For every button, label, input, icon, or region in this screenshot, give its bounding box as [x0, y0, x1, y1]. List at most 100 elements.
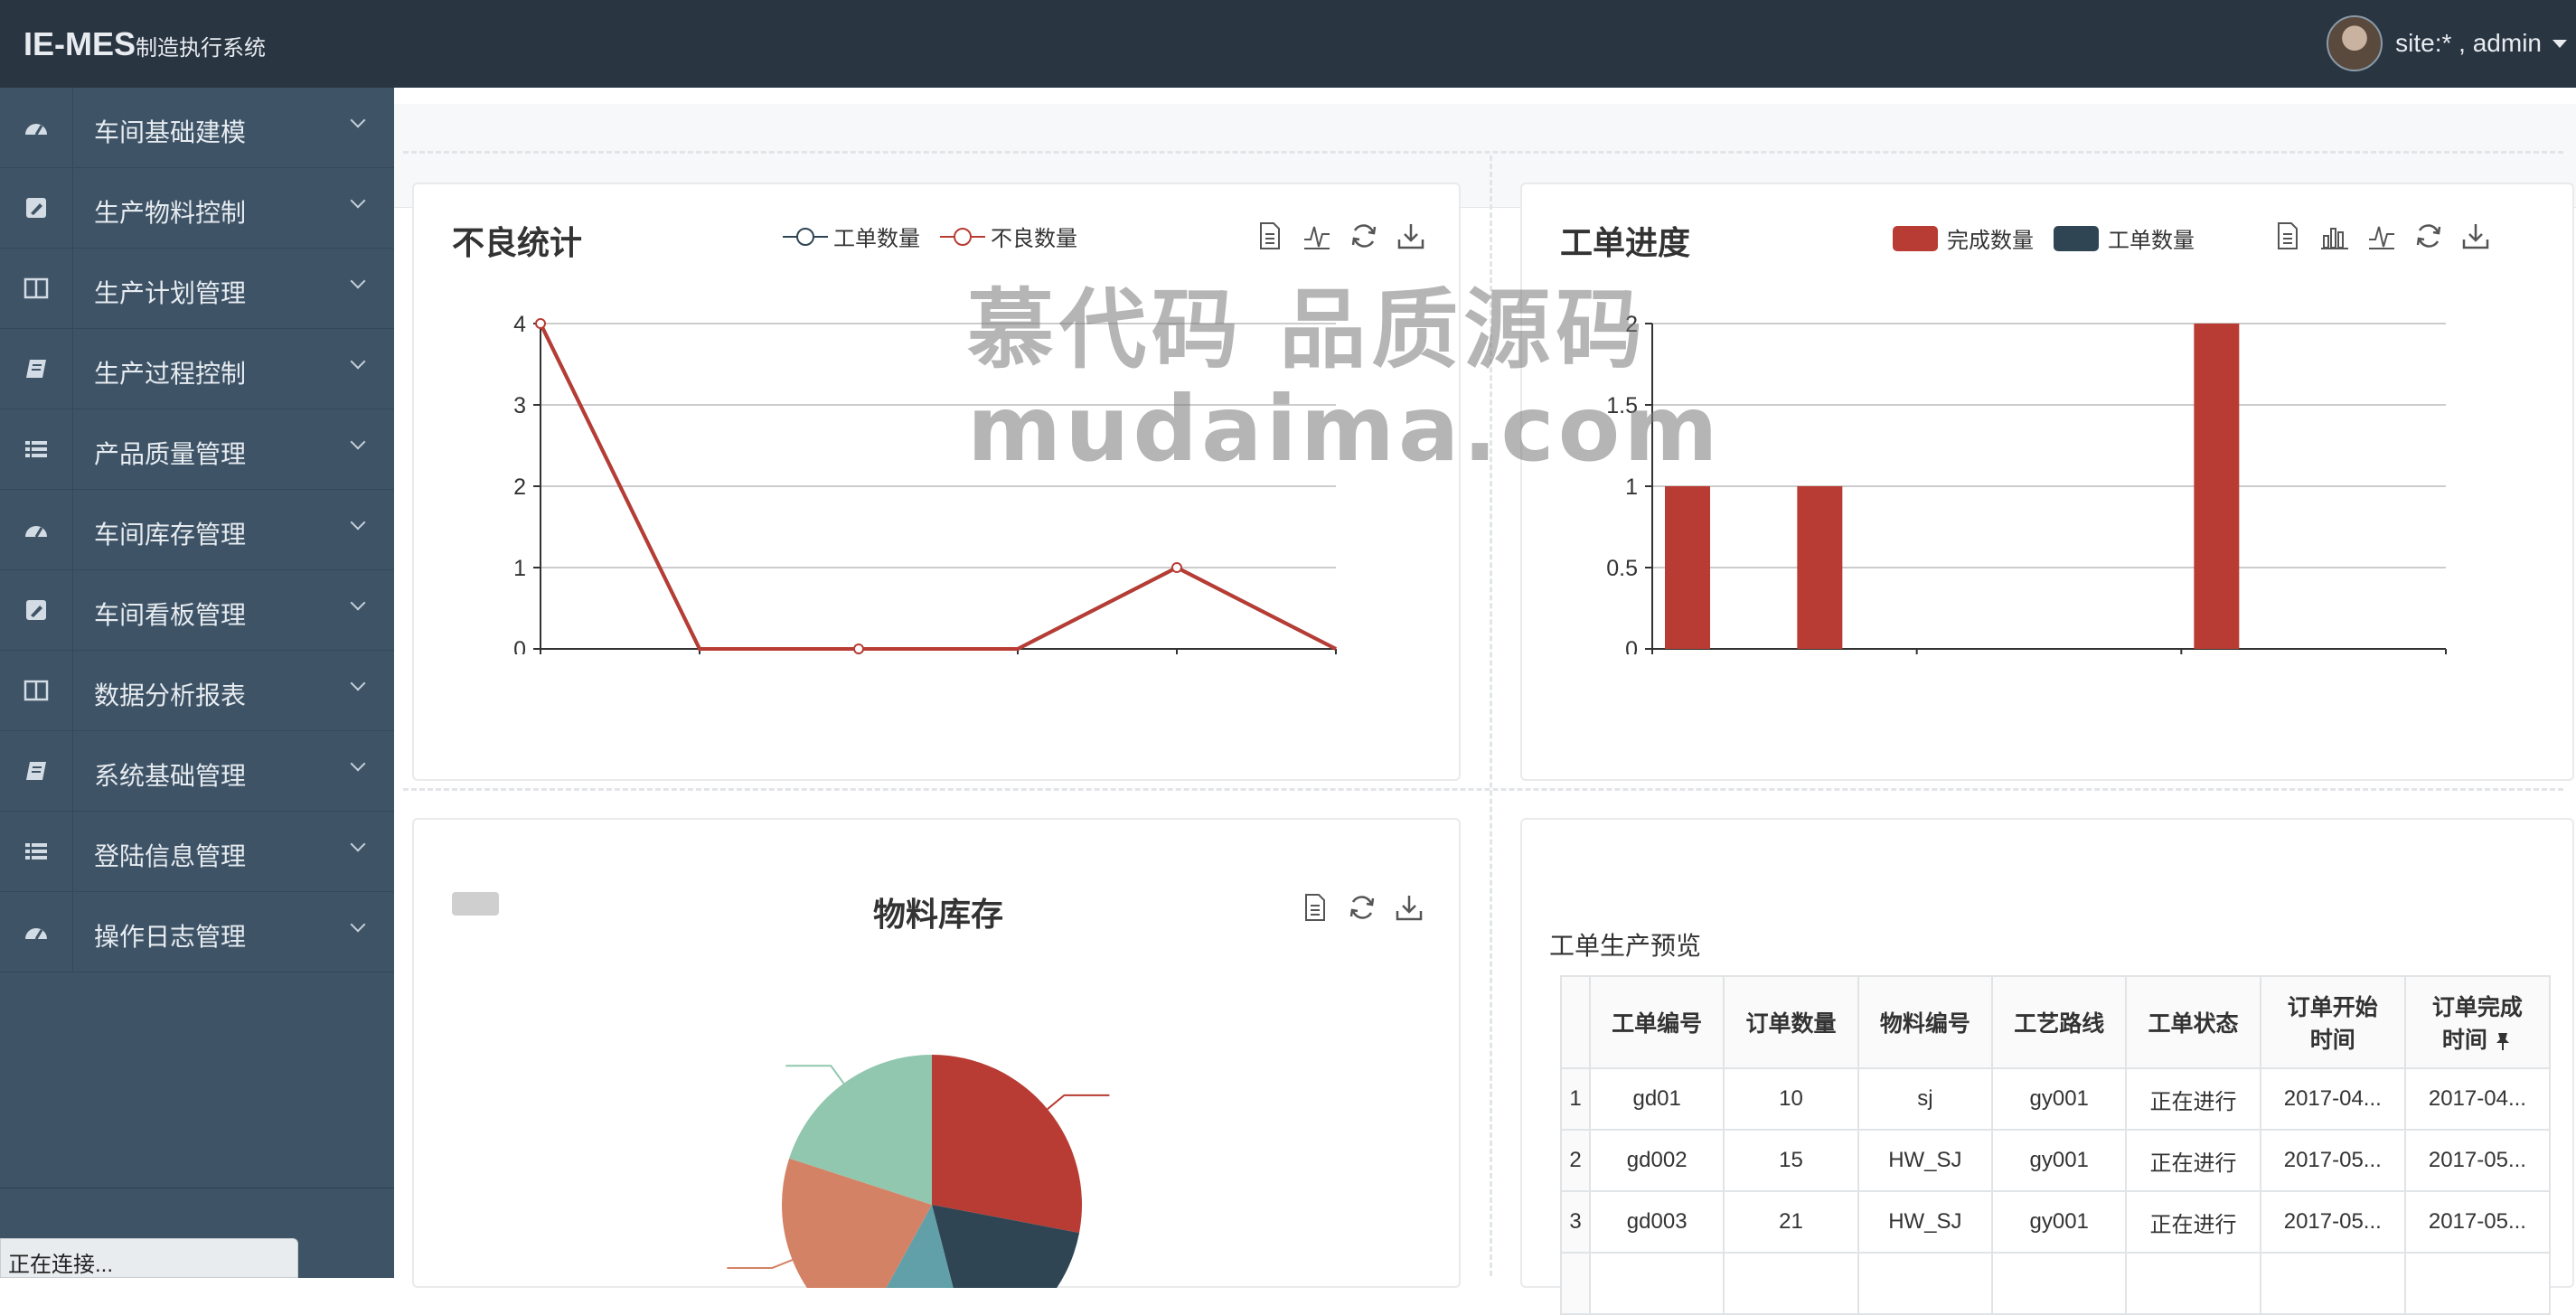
brand-logo[interactable]: IE-MES制造执行系统	[24, 25, 266, 63]
table-header-cell[interactable]: 订单数量	[1723, 975, 1859, 1069]
sidebar-item[interactable]: 车间库存管理	[0, 490, 394, 570]
watermark: 慕代码 品质源码 mudaima.com	[967, 280, 1722, 479]
work-order-table: 工单编号 订单数量 物料编号 工艺路线 工单状态 订单开始 时间 订单完成时间 1 gd01 10…	[1560, 975, 2552, 1315]
refresh-icon[interactable]	[1349, 221, 1379, 251]
panel-title: 工单进度	[1560, 224, 1691, 261]
chart-toolbox	[2272, 221, 2491, 251]
sidebar-item[interactable]: 操作日志管理	[0, 892, 394, 972]
table-row[interactable]: 2 gd002 15 HW_SJ gy001 正在进行 2017-05... 2017-05.…	[1560, 1129, 2552, 1192]
table-cell	[1857, 1252, 1994, 1315]
table-header-cell[interactable]: 物料编号	[1857, 975, 1994, 1069]
table-cell: gy001	[1991, 1190, 2128, 1254]
sidebar-item[interactable]: 产品质量管理	[0, 409, 394, 490]
table-cell	[2125, 1252, 2261, 1315]
table-row[interactable]: 3 gd003 21 HW_SJ gy001 正在进行 2017-05... 2017-05.…	[1560, 1190, 2552, 1254]
legend-swatch	[1893, 225, 1938, 251]
table-cell: 2017-05...	[2403, 1190, 2552, 1254]
book-icon	[0, 329, 73, 409]
caret-down-icon	[2552, 39, 2567, 48]
pie-slice[interactable]	[932, 1055, 1082, 1234]
y-tick-label: 3	[513, 393, 526, 418]
sidebar-item[interactable]: 登陆信息管理	[0, 812, 394, 892]
sidebar-item[interactable]: 生产计划管理	[0, 249, 394, 329]
legend-label: 工单数量	[833, 227, 920, 251]
table-header-cell[interactable]: 工艺路线	[1991, 975, 2128, 1069]
table-cell: 10	[1723, 1067, 1859, 1131]
row-index: 3	[1560, 1190, 1591, 1254]
chart-toolbox	[1255, 221, 1426, 251]
download-icon[interactable]	[2460, 221, 2491, 251]
sidebar-item[interactable]: 数据分析报表	[0, 651, 394, 731]
table-cell: gy001	[1991, 1129, 2128, 1192]
legend-toggle[interactable]	[452, 892, 499, 916]
header-label: 时间	[2441, 1028, 2487, 1053]
legend-label: 不良数量	[991, 227, 1077, 251]
table-header-cell[interactable]: 订单开始 时间	[2259, 975, 2406, 1069]
user-menu[interactable]: site:* , admin	[2327, 15, 2576, 71]
pin-icon[interactable]	[2493, 1031, 2513, 1051]
bar[interactable]	[1797, 486, 1843, 649]
refresh-icon[interactable]	[2413, 221, 2444, 251]
table-row[interactable]: 1 gd01 10 sj gy001 正在进行 2017-04... 2017-04...	[1560, 1067, 2552, 1131]
label-leader-line	[727, 1259, 794, 1269]
sidebar-item-label: 车间基础建模	[94, 118, 247, 146]
header-label: 工单编号	[1612, 1011, 1703, 1037]
legend-circle-icon	[940, 227, 985, 246]
chevron-down-icon	[350, 836, 366, 852]
list-icon	[0, 409, 73, 489]
legend-item[interactable]: 工单数量	[783, 221, 920, 252]
line-chart-icon[interactable]	[2366, 221, 2397, 251]
sidebar-item[interactable]: 生产过程控制	[0, 329, 394, 409]
table-cell: gd002	[1588, 1129, 1725, 1192]
y-tick-label: 0.5	[1606, 556, 1638, 581]
line-chart-icon[interactable]	[1302, 221, 1332, 251]
chevron-down-icon	[350, 514, 366, 531]
sidebar-item[interactable]: 系统基础管理	[0, 731, 394, 812]
chevron-down-icon	[350, 595, 366, 611]
data-point[interactable]	[853, 643, 864, 654]
watermark-line: mudaima.com	[967, 376, 1722, 482]
chevron-down-icon	[350, 675, 366, 691]
legend-item[interactable]: 完成数量	[1893, 222, 2034, 254]
data-point[interactable]	[535, 318, 546, 329]
bar[interactable]	[1665, 486, 1710, 649]
legend-item[interactable]: 工单数量	[2054, 222, 2195, 254]
top-navbar: IE-MES制造执行系统 site:* , admin	[0, 0, 2576, 88]
bar[interactable]	[2194, 324, 2240, 649]
sidebar-item[interactable]: 车间基础建模	[0, 88, 394, 168]
header-label: 物料编号	[1879, 1011, 1970, 1037]
stock-panel: 物料库存	[412, 818, 1461, 1288]
table-cell: 正在进行	[2125, 1067, 2261, 1131]
table-header-cell[interactable]: 工单编号	[1588, 975, 1725, 1069]
sidebar-item[interactable]: 车间看板管理	[0, 570, 394, 651]
bar-chart-icon[interactable]	[2319, 221, 2350, 251]
legend-item[interactable]: 不良数量	[940, 221, 1077, 252]
table-row[interactable]	[1560, 1252, 2552, 1315]
header-label: 工单状态	[2148, 1011, 2239, 1037]
sidebar-item[interactable]: 生产物料控制	[0, 168, 394, 249]
download-icon[interactable]	[1394, 892, 1424, 923]
table-cell: HW_SJ	[1857, 1129, 1994, 1192]
table-header-cell[interactable]: 工单状态	[2125, 975, 2261, 1069]
data-point[interactable]	[1171, 562, 1182, 573]
data-view-icon[interactable]	[1255, 221, 1285, 251]
table-cell: 正在进行	[2125, 1129, 2261, 1192]
table-cell	[2403, 1252, 2552, 1315]
refresh-icon[interactable]	[1347, 892, 1377, 923]
table-header-cell[interactable]: 订单完成时间	[2403, 975, 2552, 1069]
data-view-icon[interactable]	[2272, 221, 2303, 251]
sidebar-item-label: 登陆信息管理	[94, 842, 247, 870]
y-tick-label: 2	[513, 474, 526, 500]
columns-icon	[0, 249, 73, 328]
table-cell: gd01	[1588, 1067, 1725, 1131]
dashboard-icon	[0, 490, 73, 569]
edit-icon	[0, 168, 73, 248]
divider	[403, 788, 2563, 791]
data-view-icon[interactable]	[1300, 892, 1330, 923]
divider	[403, 151, 2563, 154]
legend-label: 工单数量	[2108, 229, 2195, 253]
chevron-down-icon	[350, 193, 366, 209]
avatar[interactable]	[2327, 15, 2383, 71]
header-label: 订单完成	[2431, 995, 2523, 1020]
download-icon[interactable]	[1396, 221, 1426, 251]
